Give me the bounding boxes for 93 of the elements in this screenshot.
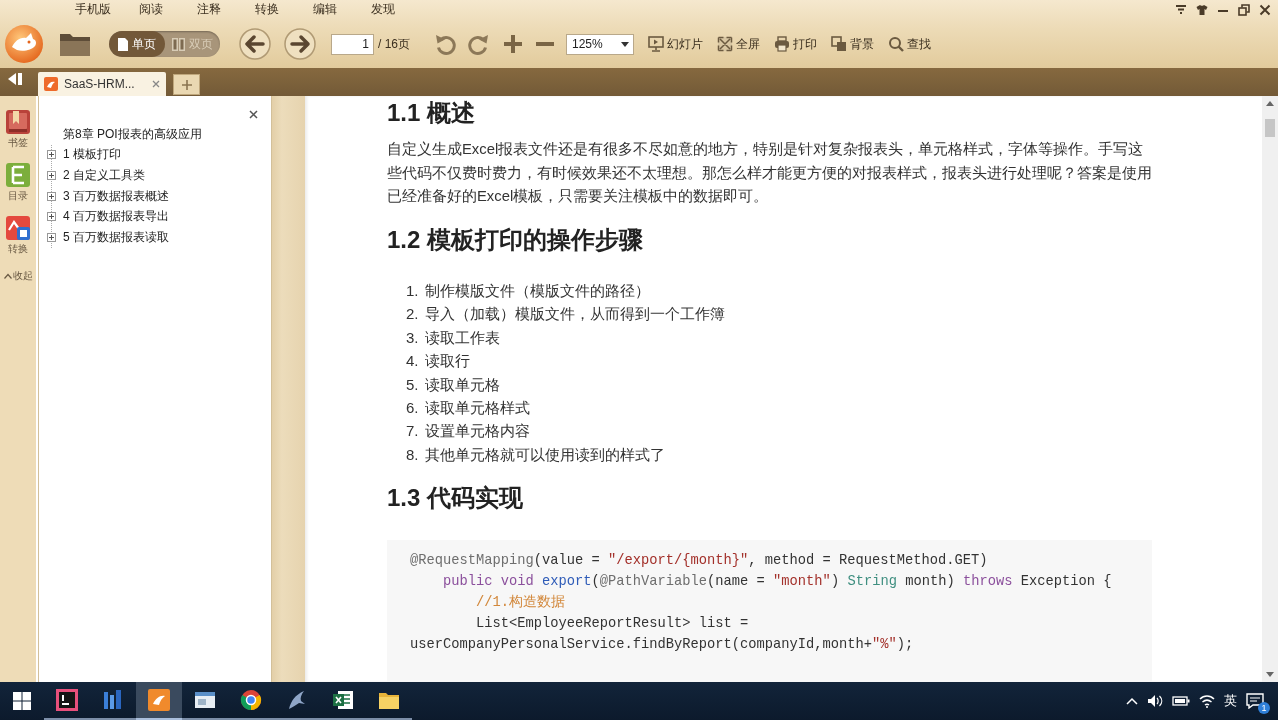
circle-logo-icon bbox=[240, 689, 262, 711]
bookmark-icon bbox=[5, 109, 31, 135]
bars-icon bbox=[102, 689, 124, 711]
chevron-up-icon bbox=[3, 273, 12, 279]
menu-item[interactable]: 发现 bbox=[371, 1, 395, 16]
printer-icon bbox=[774, 36, 790, 52]
outline-item[interactable]: 5 百万数据报表读取 bbox=[63, 228, 169, 246]
forward-icon[interactable] bbox=[284, 28, 316, 60]
outline-item[interactable]: 3 百万数据报表概述 bbox=[63, 187, 169, 205]
section-heading: 1.3 代码实现 bbox=[387, 482, 525, 513]
code-line: userCompanyPersonalService.findByReport(companyId,month+"%"); bbox=[410, 635, 915, 654]
shirt-icon[interactable] bbox=[1196, 4, 1208, 16]
code-line: List<EmployeeReportResult> list = bbox=[475, 614, 750, 633]
collapse-button[interactable]: 收起 bbox=[3, 270, 33, 282]
code-line: @RequestMapping(value = "/export/{month}", method = RequestMethod.GET) bbox=[410, 551, 989, 570]
expand-icon[interactable] bbox=[47, 212, 56, 222]
convert-icon bbox=[5, 215, 31, 241]
code-line: //1.构造数据 bbox=[475, 593, 567, 612]
menu-item[interactable]: 注释 bbox=[197, 1, 221, 16]
list-item: 3. 读取工作表 bbox=[405, 327, 501, 348]
outline-item[interactable]: 2 自定义工具类 bbox=[63, 167, 145, 184]
menu-item[interactable]: 手机版 bbox=[75, 1, 111, 16]
windows-logo-icon bbox=[13, 692, 31, 710]
app-icon bbox=[44, 77, 58, 91]
document-tab[interactable]: SaaS-HRM... bbox=[38, 72, 166, 96]
section-heading: 1.1 概述 bbox=[387, 98, 477, 128]
fullscreen-icon bbox=[717, 36, 733, 52]
input-language[interactable]: 英 bbox=[1224, 692, 1237, 710]
toolbar-button[interactable]: 打印 bbox=[773, 35, 818, 53]
restore-icon[interactable] bbox=[1238, 4, 1250, 16]
menu-item[interactable]: 编辑 bbox=[313, 1, 337, 16]
list-item: 6. 读取单元格样式 bbox=[405, 398, 531, 419]
battery-icon[interactable] bbox=[1172, 695, 1190, 707]
outline-item[interactable]: 第8章 POI报表的高级应用 bbox=[63, 125, 202, 143]
plus-icon bbox=[180, 78, 193, 91]
caret-icon bbox=[621, 41, 629, 47]
window-icon bbox=[194, 689, 216, 711]
spreadsheet-icon bbox=[332, 689, 354, 711]
list-item: 4. 读取行 bbox=[405, 351, 471, 372]
expand-icon[interactable] bbox=[47, 171, 56, 180]
rail-button[interactable]: 转换 bbox=[5, 215, 31, 268]
list-item: 2. 导入（加载）模版文件，从而得到一个工作簿 bbox=[405, 304, 726, 325]
toolbar-button[interactable]: 幻灯片 bbox=[647, 35, 704, 53]
toolbar-button[interactable]: 查找 bbox=[887, 35, 932, 53]
list-item: 1. 制作模版文件（模版文件的路径） bbox=[405, 281, 651, 301]
page-icon bbox=[117, 37, 128, 51]
back-icon[interactable] bbox=[239, 28, 271, 60]
close-icon[interactable] bbox=[1259, 4, 1271, 16]
square-logo-icon bbox=[56, 689, 78, 711]
layers-icon bbox=[831, 36, 847, 52]
zoom-in-icon[interactable] bbox=[502, 33, 524, 55]
expand-icon[interactable] bbox=[47, 232, 56, 242]
rail-button[interactable]: 目录 bbox=[5, 162, 31, 215]
menu-icon[interactable] bbox=[1175, 4, 1187, 16]
list-item: 7. 设置单元格内容 bbox=[405, 421, 531, 442]
expand-icon[interactable] bbox=[47, 191, 56, 201]
arrow-up-icon[interactable] bbox=[1266, 101, 1274, 106]
search-icon bbox=[888, 36, 904, 52]
tile-logo-icon bbox=[148, 689, 170, 711]
logo-icon[interactable] bbox=[4, 24, 44, 64]
list-item: 5. 读取单元格 bbox=[405, 374, 501, 395]
chevron-up-icon[interactable] bbox=[1126, 697, 1138, 705]
page-total: / 16页 bbox=[378, 35, 410, 53]
view-mode-button[interactable]: 单页 bbox=[109, 31, 165, 57]
scrollbar[interactable] bbox=[1262, 96, 1278, 682]
monitor-icon bbox=[648, 36, 664, 52]
notification-icon[interactable] bbox=[1246, 693, 1264, 709]
toolbar-button[interactable]: 背景 bbox=[830, 35, 875, 53]
code-line: public void export(@PathVariable(name = "month") String month) throws Exception { bbox=[442, 572, 1113, 591]
paragraph: 自定义生成Excel报表文件还是有很多不尽如意的地方，特别是针对复杂报表头，单元格样式，字体等操作。手写这些代码不仅费时费力，有时候效果还不太理想。那怎么样才能更方便的对报表样式，报表头进行处理呢？答案是使用已经准备好的Excel模板，只需要关注模板中的数据即可。 bbox=[387, 140, 1153, 206]
scrollbar-thumb[interactable] bbox=[1265, 119, 1275, 137]
menu-item[interactable]: 转换 bbox=[255, 1, 279, 16]
page-field[interactable]: 1 bbox=[331, 33, 374, 55]
speaker-icon[interactable] bbox=[1147, 694, 1163, 708]
arrow-down-icon[interactable] bbox=[1266, 672, 1274, 677]
list-icon bbox=[5, 162, 31, 188]
folder-icon[interactable] bbox=[59, 31, 91, 57]
taskbar-button[interactable] bbox=[136, 682, 182, 720]
two-column-icon bbox=[171, 37, 185, 51]
list-item: 8. 其他单元格就可以使用读到的样式了 bbox=[405, 444, 666, 465]
expand-icon[interactable] bbox=[47, 150, 56, 160]
section-heading: 1.2 模板打印的操作步骤 bbox=[387, 225, 645, 255]
rotate-left-icon[interactable] bbox=[434, 32, 458, 56]
notification-badge: 1 bbox=[1258, 702, 1270, 714]
rail-button[interactable]: 书签 bbox=[5, 109, 31, 162]
wifi-icon[interactable] bbox=[1199, 694, 1215, 708]
close-icon[interactable] bbox=[249, 110, 258, 119]
outline-item[interactable]: 1 模板打印 bbox=[63, 146, 121, 164]
toolbar-button[interactable]: 全屏 bbox=[716, 35, 761, 53]
menu-item[interactable]: 阅读 bbox=[139, 1, 163, 16]
rotate-right-icon[interactable] bbox=[466, 32, 490, 56]
zoom-select[interactable]: 125% bbox=[566, 33, 634, 55]
outline-item[interactable]: 4 百万数据报表导出 bbox=[63, 208, 169, 226]
